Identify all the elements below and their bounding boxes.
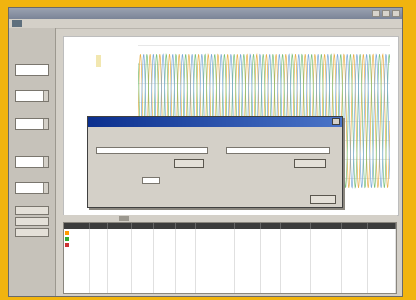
minimize-button[interactable] (372, 10, 380, 17)
browse-button-left[interactable] (174, 159, 204, 168)
dialog-title-bar (88, 117, 342, 127)
ok-button[interactable] (310, 195, 336, 204)
panel-button-1[interactable] (15, 206, 49, 215)
param-field-3[interactable] (15, 118, 49, 130)
dialog-close-button[interactable] (332, 118, 340, 125)
spin-control[interactable] (43, 157, 48, 167)
app-window (8, 7, 403, 297)
table-cell (234, 289, 262, 293)
table-cell (175, 289, 197, 293)
table-cell (280, 289, 311, 293)
plot-marker (96, 55, 101, 67)
maximize-button[interactable] (382, 10, 390, 17)
param-field-5[interactable] (15, 182, 49, 194)
param-field-1[interactable] (15, 64, 49, 76)
param-field-4[interactable] (15, 156, 49, 168)
spin-control[interactable] (43, 91, 48, 101)
settings-dialog (87, 116, 343, 208)
spin-control[interactable] (43, 183, 48, 193)
series-swatch (65, 236, 69, 241)
table-cell (341, 289, 369, 293)
data-table (63, 222, 397, 294)
title-bar (9, 8, 402, 19)
series-swatch (65, 242, 69, 247)
table-cell (260, 289, 282, 293)
browse-button-right[interactable] (294, 159, 326, 168)
close-button[interactable] (392, 10, 400, 17)
table-cell (195, 289, 236, 293)
spin-control[interactable] (43, 119, 48, 129)
app-icon (12, 20, 22, 27)
path-input-right[interactable] (226, 147, 330, 154)
table-cell (310, 289, 343, 293)
table-cell (64, 289, 91, 293)
option-select[interactable] (142, 177, 160, 184)
path-input-left[interactable] (96, 147, 208, 154)
left-control-panel (9, 28, 56, 296)
toolbar-tab[interactable] (119, 216, 129, 221)
table-cell (107, 289, 133, 293)
param-field-2[interactable] (15, 90, 49, 102)
table-cell (367, 289, 396, 293)
table-toolbar (63, 215, 397, 222)
table-row-empty (64, 289, 396, 293)
panel-button-2[interactable] (15, 217, 49, 226)
series-swatch (65, 230, 69, 235)
table-cell (153, 289, 177, 293)
results-grid (64, 223, 396, 293)
table-cell (131, 289, 155, 293)
menu-bar (9, 19, 402, 29)
panel-button-3[interactable] (15, 228, 49, 237)
table-cell (89, 289, 109, 293)
